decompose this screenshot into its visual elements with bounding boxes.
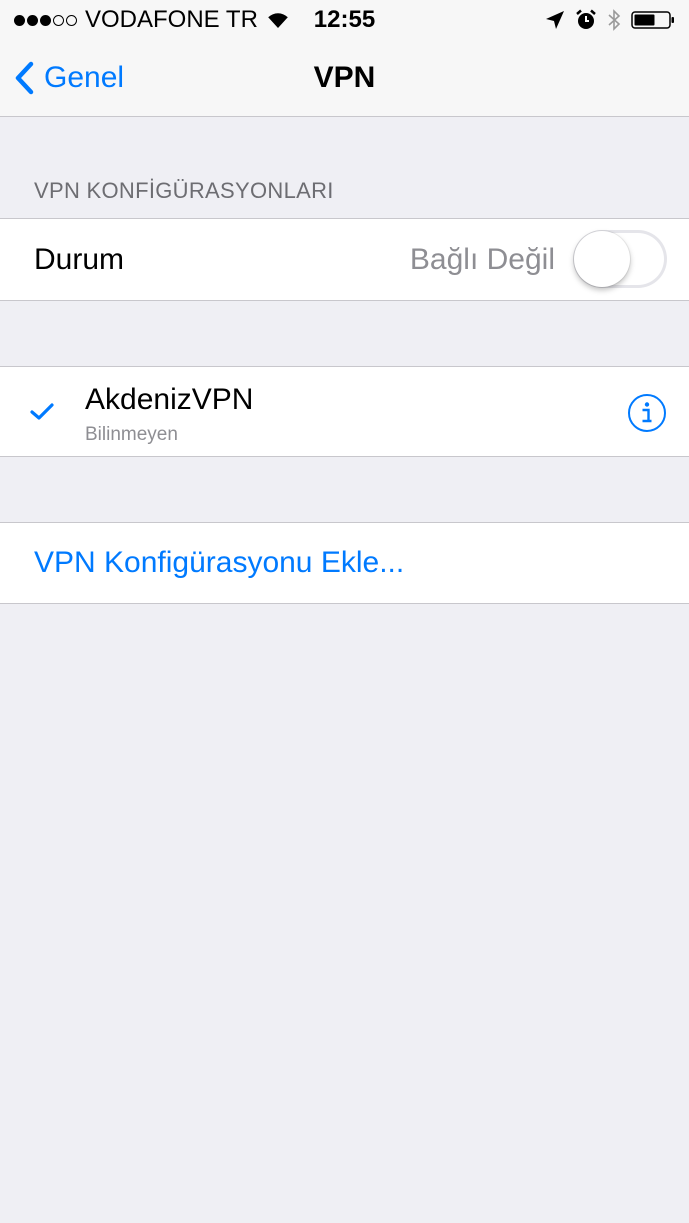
vpn-config-item[interactable]: AkdenizVPN Bilinmeyen: [0, 366, 689, 457]
section-header: VPN KONFİGÜRASYONLARI: [34, 178, 334, 203]
checkmark-icon: [30, 403, 54, 426]
vpn-toggle[interactable]: [573, 230, 667, 288]
bluetooth-icon: [607, 9, 621, 31]
status-label: Durum: [34, 243, 125, 276]
status-right: [535, 4, 675, 36]
add-vpn-config-button[interactable]: VPN Konfigürasyonu Ekle...: [0, 522, 689, 604]
vpn-status-row: Durum Bağlı Değil: [0, 218, 689, 301]
battery-icon: [631, 10, 675, 30]
vpn-config-name: AkdenizVPN: [85, 383, 254, 416]
location-arrow-icon: [545, 10, 565, 30]
vpn-config-subtitle: Bilinmeyen: [85, 424, 178, 445]
alarm-icon: [575, 9, 597, 31]
navigation-bar: Genel VPN: [0, 40, 689, 117]
info-icon[interactable]: [627, 393, 667, 438]
add-vpn-config-label: VPN Konfigürasyonu Ekle...: [34, 546, 405, 579]
page-title: VPN: [313, 61, 376, 94]
status-bar: VODAFONE TR 12:55: [0, 0, 689, 40]
status-value: Bağlı Değil: [409, 243, 555, 276]
toggle-knob: [574, 231, 630, 287]
